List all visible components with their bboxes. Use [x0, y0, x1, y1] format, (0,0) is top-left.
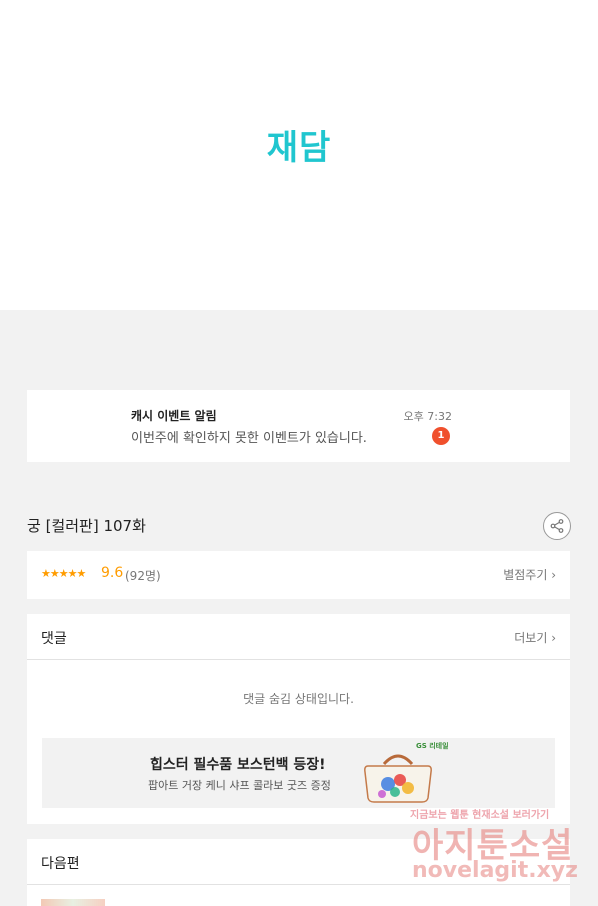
- notification-card[interactable]: 캐시 이벤트 알림 이번주에 확인하지 못한 이벤트가 있습니다. 오후 7:3…: [27, 390, 570, 462]
- rating-card: ★★★★★ 9.6 (92명) 별점주기 ›: [27, 551, 570, 599]
- comments-section: 댓글 더보기 › 댓글 숨김 상태입니다. 힙스터 필수품 보스턴백 등장! 팝…: [27, 614, 570, 824]
- next-episode-thumbnail[interactable]: [41, 899, 105, 906]
- ad-title: 힙스터 필수품 보스턴백 등장!: [150, 757, 326, 773]
- watermark-url: novelagit.xyz: [412, 858, 578, 883]
- comments-title: 댓글: [41, 631, 67, 647]
- boston-bag-image: [364, 754, 432, 803]
- rating-count: (92명): [125, 569, 161, 583]
- next-title: 다음편: [41, 856, 80, 872]
- episode-title: 궁 [컬러판] 107화: [27, 517, 146, 535]
- header-banner: 재담: [0, 0, 598, 310]
- ad-subtitle: 팝아트 거장 케니 샤프 콜라보 굿즈 증정: [148, 779, 331, 792]
- share-icon: [550, 519, 564, 533]
- rating-score: 9.6: [101, 565, 124, 581]
- brand-logo[interactable]: 재담: [0, 120, 598, 169]
- share-button[interactable]: [543, 512, 571, 540]
- ad-banner[interactable]: 힙스터 필수품 보스턴백 등장! 팝아트 거장 케니 샤프 콜라보 굿즈 증정 …: [42, 738, 555, 808]
- notification-time: 오후 7:32: [403, 410, 452, 423]
- notification-badge: 1: [432, 427, 450, 445]
- comments-header: 댓글 더보기 ›: [27, 614, 570, 660]
- comments-hidden-message: 댓글 숨김 상태입니다.: [243, 692, 354, 706]
- comments-more-link[interactable]: 더보기 ›: [514, 629, 556, 646]
- notification-body: 이번주에 확인하지 못한 이벤트가 있습니다.: [131, 431, 367, 446]
- rate-button[interactable]: 별점주기 ›: [503, 566, 556, 583]
- rating-stars: ★★★★★: [41, 567, 86, 580]
- notification-title: 캐시 이벤트 알림: [131, 409, 217, 423]
